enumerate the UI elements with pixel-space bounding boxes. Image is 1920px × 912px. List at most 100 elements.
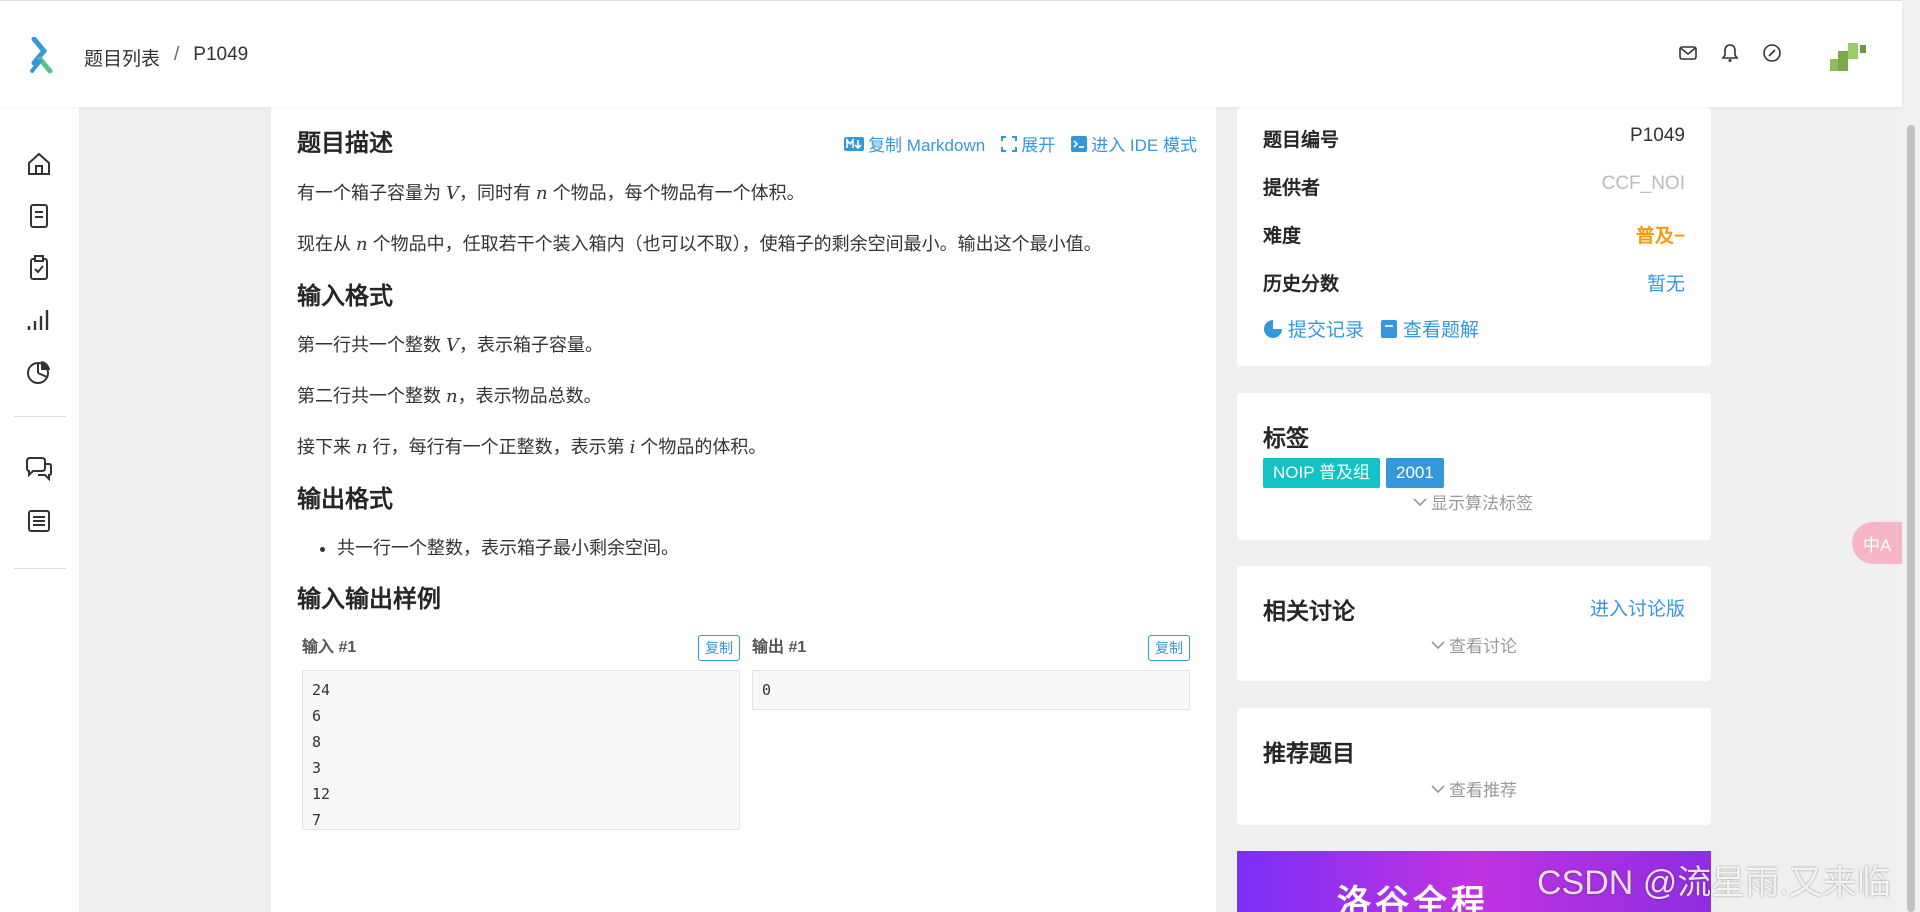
solutions-link[interactable]: 查看题解	[1380, 315, 1479, 342]
show-algorithm-label: 显示算法标签	[1431, 494, 1533, 513]
mail-icon[interactable]	[1678, 43, 1698, 63]
csdn-watermark: CSDN @流星雨.又来临	[1537, 864, 1891, 902]
info-row-id: 题目编号 P1049	[1263, 125, 1685, 152]
chevron-down-icon	[1431, 640, 1445, 649]
input-line-1: 第一行共一个整数 V，表示箱子容量。	[297, 329, 1197, 362]
scrollbar[interactable]	[1902, 0, 1920, 912]
top-icons	[1678, 43, 1782, 63]
copy-output-button[interactable]: 复制	[1148, 635, 1190, 661]
text: 有一个箱子容量为	[297, 183, 441, 203]
ad-text: 洛谷全程	[1337, 884, 1489, 912]
book-icon	[1381, 319, 1398, 338]
luogu-logo-icon[interactable]	[26, 37, 56, 75]
sample-input-box[interactable]: 24 6 8 3 12 7	[302, 670, 740, 830]
recommend-title: 推荐题目	[1263, 740, 1355, 766]
id-label: 题目编号	[1263, 130, 1340, 151]
description-paragraph-1: 有一个箱子容量为 V，同时有 n 个物品，每个物品有一个体积。	[297, 177, 1197, 210]
discussion-card: 相关讨论 进入讨论版 查看讨论	[1237, 566, 1711, 681]
side-nav	[0, 107, 80, 912]
submissions-link-label: 提交记录	[1288, 320, 1365, 341]
view-recommend[interactable]: 查看推荐	[1431, 776, 1517, 801]
tags-card: 标签 NOIP 普及组 2001 显示算法标签	[1237, 393, 1711, 540]
provider-value[interactable]: CCF_NOI	[1602, 173, 1685, 200]
breadcrumb: 题目列表 / P1049	[84, 44, 248, 71]
problem-card-header: 题目描述 复制 Markdown 展开 进入 IDE 模式	[297, 123, 1197, 159]
difficulty-value: 普及−	[1635, 226, 1685, 247]
tag-list: NOIP 普及组 2001	[1263, 458, 1444, 488]
info-row-difficulty: 难度 普及−	[1263, 221, 1685, 248]
home-icon[interactable]	[24, 149, 54, 179]
history-label: 历史分数	[1263, 274, 1340, 295]
avatar[interactable]	[1824, 39, 1874, 73]
math-var: n	[536, 183, 548, 204]
clipboard-icon[interactable]	[24, 253, 54, 283]
tag-noip[interactable]: NOIP 普及组	[1263, 458, 1380, 488]
copy-input-button[interactable]: 复制	[698, 635, 740, 661]
pie-chart-icon[interactable]	[24, 357, 54, 387]
ide-mode-button[interactable]: 进入 IDE 模式	[1071, 131, 1197, 156]
id-value: P1049	[1630, 125, 1685, 146]
problem-actions: 复制 Markdown 展开 进入 IDE 模式	[844, 131, 1197, 156]
provider-label: 提供者	[1263, 178, 1321, 199]
breadcrumb-problem-list[interactable]: 题目列表	[84, 44, 160, 71]
article-icon[interactable]	[24, 506, 54, 536]
nav-divider	[14, 568, 66, 569]
info-links: 提交记录 查看题解	[1263, 315, 1479, 342]
text: 行，每行有一个正整数，表示第	[372, 437, 625, 457]
expand-icon	[1001, 135, 1018, 152]
expand-label: 展开	[1021, 136, 1056, 155]
math-var: n	[446, 386, 458, 407]
markdown-icon	[844, 136, 865, 151]
view-discussion-label: 查看讨论	[1449, 637, 1517, 656]
difficulty-label: 难度	[1263, 226, 1302, 247]
info-card: 题目编号 P1049 提供者 CCF_NOI 难度 普及− 历史分数 暂无 提交…	[1237, 107, 1711, 366]
ranking-bars-icon[interactable]	[24, 305, 54, 335]
translate-badge[interactable]: 中A	[1852, 522, 1902, 564]
text: ，同时有	[459, 183, 532, 203]
show-algorithm-tags[interactable]: 显示算法标签	[1413, 489, 1533, 514]
sample-input: 输入 #1 复制 24 6 8 3 12 7	[302, 632, 740, 830]
chevron-down-icon	[1431, 784, 1445, 793]
history-value: 暂无	[1646, 274, 1685, 295]
math-var: V	[446, 183, 460, 204]
enter-discussion-link[interactable]: 进入讨论版	[1590, 594, 1685, 621]
terminal-icon	[1071, 135, 1088, 152]
text: ，表示箱子容量。	[459, 335, 604, 355]
recommend-card: 推荐题目 查看推荐	[1237, 708, 1711, 825]
output-list: 共一行一个整数，表示箱子最小剩余空间。	[337, 532, 1197, 564]
nav-divider	[14, 416, 66, 417]
samples: 输入 #1 复制 24 6 8 3 12 7 输出 #1 复制 0	[302, 632, 1197, 830]
discussion-title: 相关讨论	[1263, 598, 1355, 624]
view-discussion[interactable]: 查看讨论	[1431, 632, 1517, 657]
text: 个物品中，任取若干个装入箱内（也可以不取），使箱子的剩余空间最小。输出这个最小值…	[372, 234, 1102, 254]
submissions-link[interactable]: 提交记录	[1263, 315, 1364, 342]
copy-markdown-button[interactable]: 复制 Markdown	[844, 131, 985, 156]
scrollbar-thumb[interactable]	[1907, 125, 1915, 912]
top-bar: 题目列表 / P1049	[0, 0, 1902, 107]
bell-icon[interactable]	[1720, 43, 1740, 63]
ide-mode-label: 进入 IDE 模式	[1091, 136, 1197, 155]
math-var: i	[629, 437, 636, 458]
input-line-3: 接下来 n 行，每行有一个正整数，表示第 i 个物品的体积。	[297, 431, 1197, 464]
sample-output-box[interactable]: 0	[752, 670, 1190, 710]
text: 接下来	[297, 437, 351, 457]
output-format-title: 输出格式	[297, 486, 393, 513]
math-var: n	[356, 234, 368, 255]
breadcrumb-separator: /	[174, 44, 180, 65]
samples-title: 输入输出样例	[297, 586, 441, 613]
sample-output-label: 输出 #1	[752, 639, 807, 656]
tag-year[interactable]: 2001	[1385, 458, 1444, 488]
solutions-link-label: 查看题解	[1403, 320, 1480, 341]
info-row-provider: 提供者 CCF_NOI	[1263, 173, 1685, 200]
tags-title: 标签	[1263, 425, 1309, 451]
discussion-icon[interactable]	[24, 454, 54, 484]
text: 个物品，每个物品有一个体积。	[552, 183, 805, 203]
output-list-item: 共一行一个整数，表示箱子最小剩余空间。	[337, 532, 1197, 564]
breadcrumb-current: P1049	[193, 44, 249, 65]
text: 个物品的体积。	[640, 437, 767, 457]
edit-icon[interactable]	[1762, 43, 1782, 63]
math-var: n	[356, 437, 368, 458]
problem-card: 题目描述 复制 Markdown 展开 进入 IDE 模式 有一个箱子容量为 V…	[271, 107, 1216, 912]
book-icon[interactable]	[24, 201, 54, 231]
expand-button[interactable]: 展开	[1001, 131, 1055, 156]
